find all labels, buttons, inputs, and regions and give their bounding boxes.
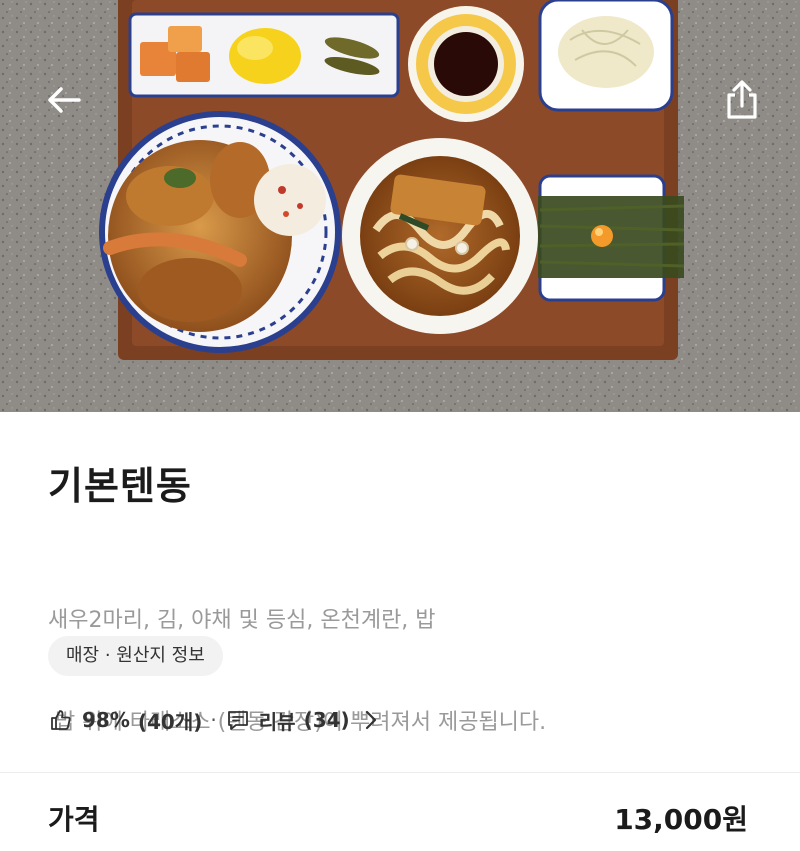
back-button[interactable]	[36, 72, 92, 128]
price-value: 13,000원	[614, 803, 748, 836]
share-icon	[727, 80, 757, 119]
food-photo-illustration	[0, 0, 800, 412]
separator-dot: ·	[210, 708, 217, 732]
menu-photo	[0, 0, 800, 412]
like-rate: 98%	[82, 708, 130, 732]
review-label: 리뷰	[258, 709, 296, 734]
share-button[interactable]	[714, 72, 770, 128]
thumbs-up-icon	[48, 707, 74, 733]
description-line: 새우2마리, 김, 야채 및 등심, 온천계란, 밥	[48, 608, 436, 633]
price-label: 가격	[48, 803, 100, 836]
review-link[interactable]: 리뷰 (34)	[225, 706, 384, 735]
speech-bubble-icon	[225, 707, 251, 733]
section-divider	[0, 772, 800, 773]
rating-row: 98% (40개) · 리뷰 (34)	[48, 702, 384, 738]
like-count: (40개)	[137, 709, 203, 734]
origin-info-chip[interactable]: 매장 · 원산지 정보	[48, 636, 223, 676]
chevron-right-icon	[358, 707, 384, 733]
menu-title: 기본텐동	[48, 464, 192, 508]
arrow-left-icon	[48, 87, 81, 113]
review-count: (34)	[303, 708, 350, 732]
